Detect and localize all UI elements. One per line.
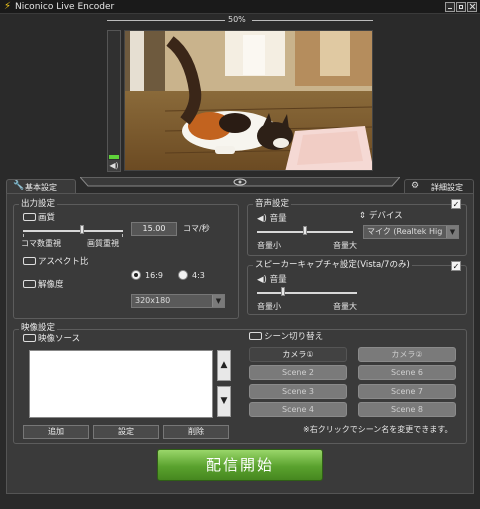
- aspect-4-3-label: 4:3: [192, 271, 205, 280]
- add-source-button[interactable]: 追加: [23, 425, 89, 439]
- aspect-label-row: アスペクト比: [23, 257, 88, 268]
- speaker-min-label: 音量小: [257, 302, 281, 311]
- scene-switch-icon: [249, 332, 262, 340]
- quality-label-row: 画質: [23, 213, 55, 224]
- speaker-icon: ◀): [257, 275, 270, 285]
- start-broadcast-button[interactable]: 配信開始: [157, 449, 323, 481]
- audio-device-label-row: ⇕ デバイス: [359, 211, 403, 221]
- frames-priority-label: コマ数重視: [21, 239, 61, 248]
- video-source-list[interactable]: [29, 350, 213, 418]
- quality-icon: [23, 213, 36, 221]
- tab-basic-label: 基本設定: [25, 183, 57, 192]
- speaker-icon[interactable]: ◀): [108, 160, 120, 171]
- maximize-button[interactable]: [456, 2, 466, 12]
- scene-button-2[interactable]: Scene 2: [249, 365, 347, 380]
- zoom-rule-right: [252, 20, 373, 21]
- video-source-label-row: 映像ソース: [23, 334, 80, 345]
- scene-switch-label-row: シーン切り替え: [249, 332, 323, 343]
- minimize-button[interactable]: [445, 2, 455, 12]
- panel-collapse-handle[interactable]: [80, 177, 400, 187]
- chevron-down-icon[interactable]: ▼: [212, 295, 224, 307]
- scene-button-3[interactable]: Scene 3: [249, 384, 347, 399]
- scene-button-7[interactable]: Scene 7: [358, 384, 456, 399]
- wrench-icon: 🔧: [13, 181, 25, 191]
- audio-device-select[interactable]: マイク (Realtek Hig ▼: [363, 225, 459, 239]
- close-button[interactable]: [467, 2, 477, 12]
- quality-priority-label: 画質重視: [87, 239, 119, 248]
- audio-settings-title: 音声設定: [253, 199, 292, 209]
- video-preview[interactable]: [124, 30, 373, 171]
- audio-device-value: マイク (Realtek Hig: [367, 227, 443, 236]
- arrows-icon: ⇕: [359, 211, 369, 221]
- aspect-16-9-radio[interactable]: [131, 270, 141, 280]
- output-settings-title: 出力設定: [19, 199, 58, 209]
- zoom-rule-left: [107, 20, 225, 21]
- quality-slider-track[interactable]: [23, 230, 123, 232]
- speaker-volume-slider-thumb[interactable]: [281, 287, 285, 296]
- app-lightning-icon: ⚡: [3, 1, 12, 12]
- window-title: Niconico Live Encoder: [15, 2, 115, 12]
- title-bar: ⚡ Niconico Live Encoder: [0, 0, 480, 14]
- speaker-capture-title: スピーカーキャプチャ設定(Vista/7のみ): [253, 260, 412, 270]
- tab-advanced-settings[interactable]: ⚙ 詳細設定: [404, 179, 474, 193]
- aspect-4-3-radio[interactable]: [178, 270, 188, 280]
- aspect-icon: [23, 257, 36, 265]
- audio-max-label: 音量大: [333, 241, 357, 250]
- source-settings-button[interactable]: 設定: [93, 425, 159, 439]
- speaker-volume-label-row: ◀) 音量: [257, 275, 287, 285]
- chevron-down-icon[interactable]: ▼: [446, 226, 458, 238]
- speaker-enabled-checkbox[interactable]: ✓: [451, 261, 461, 271]
- scene-button-camera2[interactable]: カメラ②: [358, 347, 456, 362]
- slider-tick: [23, 234, 24, 237]
- framerate-input[interactable]: 15.00: [131, 222, 177, 236]
- slider-tick: [122, 234, 123, 237]
- move-down-button[interactable]: ▼: [217, 386, 231, 417]
- quality-slider-thumb[interactable]: [80, 225, 84, 234]
- audio-min-label: 音量小: [257, 241, 281, 250]
- audio-volume-label-row: ◀) 音量: [257, 214, 287, 224]
- gear-icon: ⚙: [411, 181, 420, 191]
- camera-icon: [23, 334, 36, 342]
- remove-source-button[interactable]: 削除: [163, 425, 229, 439]
- resolution-value: 320x180: [135, 296, 171, 305]
- speaker-icon: ◀): [257, 214, 270, 224]
- scene-rename-hint: ※右クリックでシーン名を変更できます。: [303, 425, 453, 434]
- resolution-label-row: 解像度: [23, 280, 64, 291]
- audio-volume-slider-thumb[interactable]: [303, 226, 307, 235]
- video-settings-title: 映像設定: [19, 323, 58, 333]
- scene-button-camera1[interactable]: カメラ①: [249, 347, 347, 362]
- framerate-unit: コマ/秒: [183, 224, 210, 233]
- scene-button-4[interactable]: Scene 4: [249, 402, 347, 417]
- speaker-volume-slider-track[interactable]: [257, 292, 357, 294]
- audio-level-bar: [109, 155, 119, 159]
- speaker-max-label: 音量大: [333, 302, 357, 311]
- audio-level-meter: ◀): [107, 30, 121, 172]
- resolution-icon: [23, 280, 36, 288]
- tab-advanced-label: 詳細設定: [431, 183, 463, 192]
- move-up-button[interactable]: ▲: [217, 350, 231, 381]
- resolution-select[interactable]: 320x180 ▼: [131, 294, 225, 308]
- audio-enabled-checkbox[interactable]: ✓: [451, 199, 461, 209]
- tab-basic-settings[interactable]: 🔧 基本設定: [6, 179, 76, 193]
- preview-image: [125, 31, 372, 170]
- scene-button-8[interactable]: Scene 8: [358, 402, 456, 417]
- aspect-16-9-label: 16:9: [145, 271, 163, 280]
- zoom-label: 50%: [228, 15, 246, 24]
- scene-button-6[interactable]: Scene 6: [358, 365, 456, 380]
